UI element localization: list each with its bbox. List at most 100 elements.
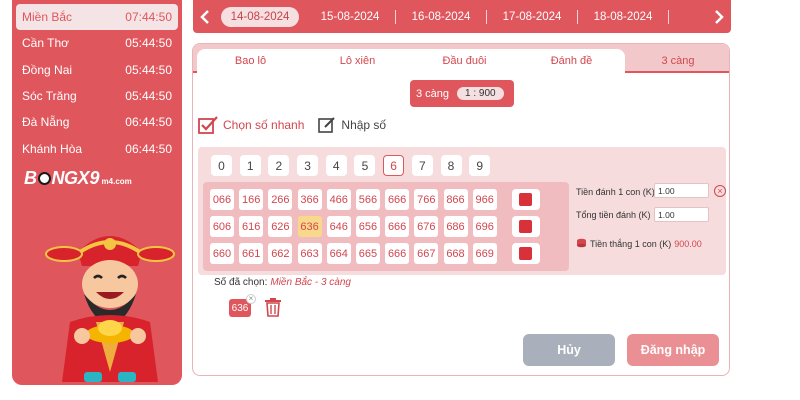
number-cell[interactable]: 366 xyxy=(297,189,322,210)
god-of-wealth-mascot-icon xyxy=(45,236,175,382)
number-cell[interactable]: 566 xyxy=(355,189,380,210)
number-cell[interactable]: 766 xyxy=(414,189,439,210)
bet-per-input[interactable] xyxy=(654,183,709,198)
region-name: Sóc Trăng xyxy=(22,89,77,104)
number-cell[interactable]: 663 xyxy=(297,243,322,264)
grid-row: 066 166 266 366 466 566 666 766 866 966 xyxy=(210,189,540,210)
region-time: 05:44:50 xyxy=(125,89,172,104)
chevron-left-icon xyxy=(200,9,209,24)
date-tab[interactable]: 14-08-2024 xyxy=(221,6,299,27)
region-item-dong-nai[interactable]: Đồng Nai 05:44:50 xyxy=(12,57,182,83)
number-cell[interactable]: 664 xyxy=(326,243,351,264)
number-cell[interactable]: 661 xyxy=(239,243,264,264)
region-item-soc-trang[interactable]: Sóc Trăng 05:44:50 xyxy=(12,83,182,109)
total-input[interactable] xyxy=(654,207,709,222)
date-prev-button[interactable] xyxy=(193,0,217,33)
date-next-button[interactable] xyxy=(707,0,731,33)
number-cell[interactable]: 666 xyxy=(385,216,410,237)
date-tab[interactable]: 17-08-2024 xyxy=(487,9,578,24)
number-cell[interactable]: 668 xyxy=(443,243,468,264)
digit-button[interactable]: 7 xyxy=(411,155,433,176)
number-cell[interactable]: 166 xyxy=(239,189,264,210)
fast-pick-option[interactable]: Chọn số nhanh xyxy=(198,116,304,134)
number-cell-selected[interactable]: 636 xyxy=(297,216,322,237)
grid-row: 660 661 662 663 664 665 666 667 668 669 xyxy=(210,243,540,264)
win-label: Tiền thắng 1 con (K) xyxy=(590,238,672,249)
digit-button-active[interactable]: 6 xyxy=(383,155,405,176)
number-cell[interactable]: 696 xyxy=(472,216,497,237)
remove-number-icon[interactable]: × xyxy=(246,294,256,304)
region-item-can-tho[interactable]: Cần Thơ 05:44:50 xyxy=(12,30,182,56)
region-list: Miền Bắc 07:44:50 Cần Thơ 05:44:50 Đồng … xyxy=(12,4,182,162)
logo-text-b: B xyxy=(24,168,37,188)
date-tab[interactable]: 18-08-2024 xyxy=(578,9,669,24)
region-name: Cần Thơ xyxy=(22,36,70,51)
tab-3-cang[interactable]: 3 càng xyxy=(628,49,728,73)
number-cell[interactable]: 266 xyxy=(268,189,293,210)
bet-type-tabs-inner: Bao lô Lô xiên Đầu đuôi Đánh đề xyxy=(197,49,625,73)
number-cell[interactable]: 667 xyxy=(414,243,439,264)
digit-button[interactable]: 1 xyxy=(239,155,261,176)
region-name: Đồng Nai xyxy=(22,62,73,77)
select-row-button[interactable] xyxy=(511,189,540,210)
number-cell[interactable]: 606 xyxy=(210,216,234,237)
chosen-summary: Số đã chọn: Miền Bắc - 3 càng xyxy=(214,277,351,288)
digit-button[interactable]: 4 xyxy=(325,155,347,176)
trash-icon[interactable] xyxy=(264,297,282,317)
grid-row: 606 616 626 636 646 656 666 676 686 696 xyxy=(210,216,540,237)
number-cell[interactable]: 660 xyxy=(210,243,234,264)
number-cell[interactable]: 686 xyxy=(443,216,468,237)
number-grid: 066 166 266 366 466 566 666 766 866 966 … xyxy=(203,182,569,271)
lottery-app: Miền Bắc 07:44:50 Cần Thơ 05:44:50 Đồng … xyxy=(0,0,800,400)
cancel-button[interactable]: Hủy xyxy=(523,334,615,366)
digit-button[interactable]: 8 xyxy=(440,155,462,176)
select-row-button[interactable] xyxy=(511,216,540,237)
region-item-khanh-hoa[interactable]: Khánh Hòa 06:44:50 xyxy=(12,135,182,161)
digit-button[interactable]: 9 xyxy=(469,155,491,176)
digit-button[interactable]: 0 xyxy=(211,155,232,176)
total-label: Tổng tiền đánh (K) xyxy=(576,210,651,220)
number-cell[interactable]: 665 xyxy=(355,243,380,264)
number-cell[interactable]: 666 xyxy=(385,189,410,210)
tab-danh-de[interactable]: Đánh đề xyxy=(518,49,625,73)
number-cell[interactable]: 866 xyxy=(443,189,468,210)
digit-button[interactable]: 2 xyxy=(268,155,290,176)
edit-icon xyxy=(318,117,336,133)
number-cell[interactable]: 066 xyxy=(210,189,234,210)
region-name: Khánh Hòa xyxy=(22,141,83,156)
mode-ratio: 1 : 900 xyxy=(457,87,504,100)
number-cell[interactable]: 676 xyxy=(414,216,439,237)
mode-badge: 3 càng 1 : 900 xyxy=(410,80,514,107)
number-cell[interactable]: 966 xyxy=(472,189,497,210)
number-cell[interactable]: 666 xyxy=(385,243,410,264)
bet-type-tabs: Bao lô Lô xiên Đầu đuôi Đánh đề 3 càng xyxy=(193,44,729,73)
number-cell[interactable]: 616 xyxy=(239,216,264,237)
login-button[interactable]: Đăng nhập xyxy=(627,334,719,366)
date-tab[interactable]: 16-08-2024 xyxy=(396,9,487,24)
chosen-detail: Miền Bắc - 3 càng xyxy=(270,277,351,288)
tab-lo-xien[interactable]: Lô xiên xyxy=(304,49,411,73)
clear-icon[interactable]: × xyxy=(714,185,726,197)
bet-per-label: Tiền đánh 1 con (K) xyxy=(576,187,655,197)
number-cell[interactable]: 656 xyxy=(355,216,380,237)
digit-button[interactable]: 3 xyxy=(297,155,319,176)
select-row-button[interactable] xyxy=(511,243,540,264)
tab-dau-duoi[interactable]: Đầu đuôi xyxy=(411,49,518,73)
number-cell[interactable]: 669 xyxy=(472,243,497,264)
region-item-mien-bac[interactable]: Miền Bắc 07:44:50 xyxy=(16,4,178,31)
square-icon xyxy=(519,247,533,260)
number-cell[interactable]: 662 xyxy=(268,243,293,264)
region-time: 05:44:50 xyxy=(125,36,172,51)
number-cell[interactable]: 466 xyxy=(326,189,351,210)
region-item-da-nang[interactable]: Đà Nẵng 06:44:50 xyxy=(12,109,182,135)
region-name: Đà Nẵng xyxy=(22,115,70,130)
tab-bao-lo[interactable]: Bao lô xyxy=(197,49,304,73)
number-cell[interactable]: 646 xyxy=(326,216,351,237)
square-icon xyxy=(519,220,533,233)
square-icon xyxy=(519,193,533,206)
digit-button[interactable]: 5 xyxy=(354,155,376,176)
number-cell[interactable]: 626 xyxy=(268,216,293,237)
manual-entry-option[interactable]: Nhập số xyxy=(318,116,386,134)
betting-panel: Bao lô Lô xiên Đầu đuôi Đánh đề 3 càng 3… xyxy=(192,43,730,376)
date-tab[interactable]: 15-08-2024 xyxy=(305,9,396,24)
